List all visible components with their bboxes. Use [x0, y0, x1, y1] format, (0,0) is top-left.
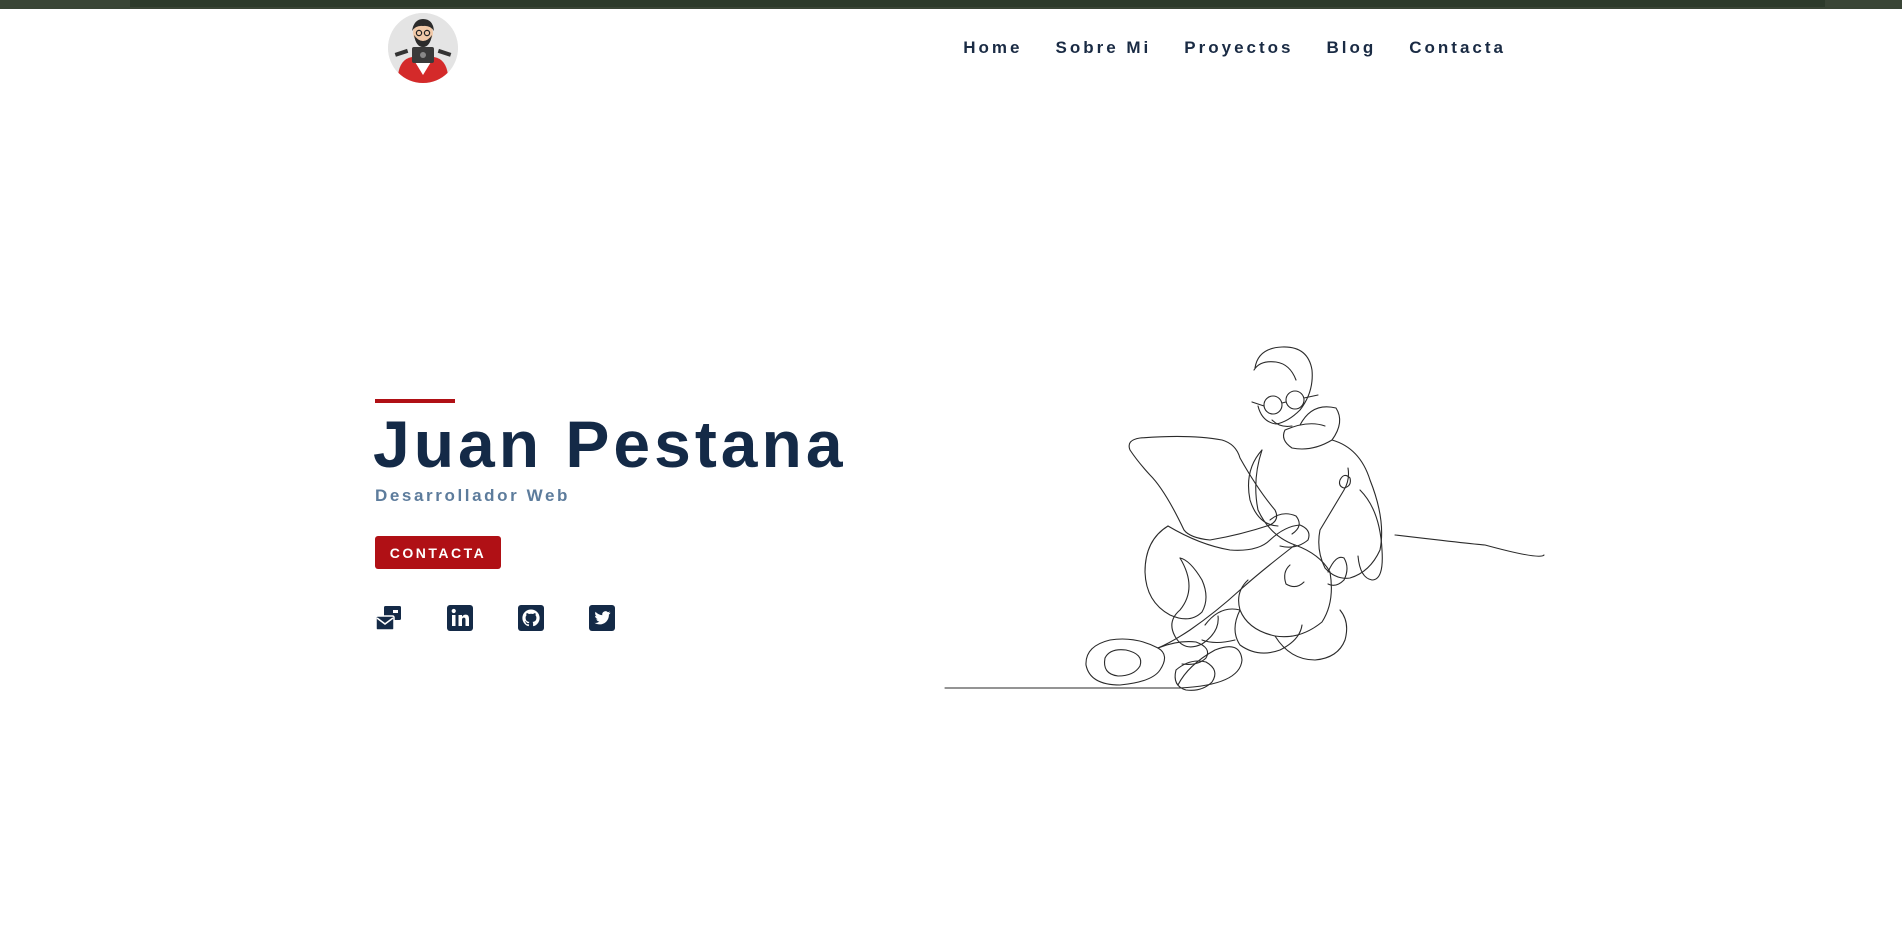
logo-avatar[interactable]: [388, 13, 458, 83]
avatar-illustration: [388, 13, 458, 83]
hero-accent-rule: [375, 399, 455, 403]
linkedin-icon[interactable]: [446, 604, 474, 632]
github-icon[interactable]: [517, 604, 545, 632]
main-nav: Home Sobre Mi Proyectos Blog Contacta: [930, 38, 1506, 58]
hero-name: Juan Pestana: [373, 407, 847, 481]
contact-button[interactable]: CONTACTA: [375, 536, 501, 569]
nav-home[interactable]: Home: [963, 38, 1022, 58]
developer-line-illustration: [944, 346, 1545, 691]
nav-sobre-mi[interactable]: Sobre Mi: [1055, 38, 1151, 58]
top-bar-inner: [130, 0, 1825, 7]
top-bar: [0, 0, 1902, 9]
nav-contacta[interactable]: Contacta: [1409, 38, 1506, 58]
hero-role: Desarrollador Web: [375, 486, 571, 505]
social-links: [375, 604, 659, 632]
nav-blog[interactable]: Blog: [1326, 38, 1376, 58]
twitter-icon[interactable]: [588, 604, 616, 632]
nav-proyectos[interactable]: Proyectos: [1184, 38, 1293, 58]
mail-icon[interactable]: [375, 604, 403, 632]
